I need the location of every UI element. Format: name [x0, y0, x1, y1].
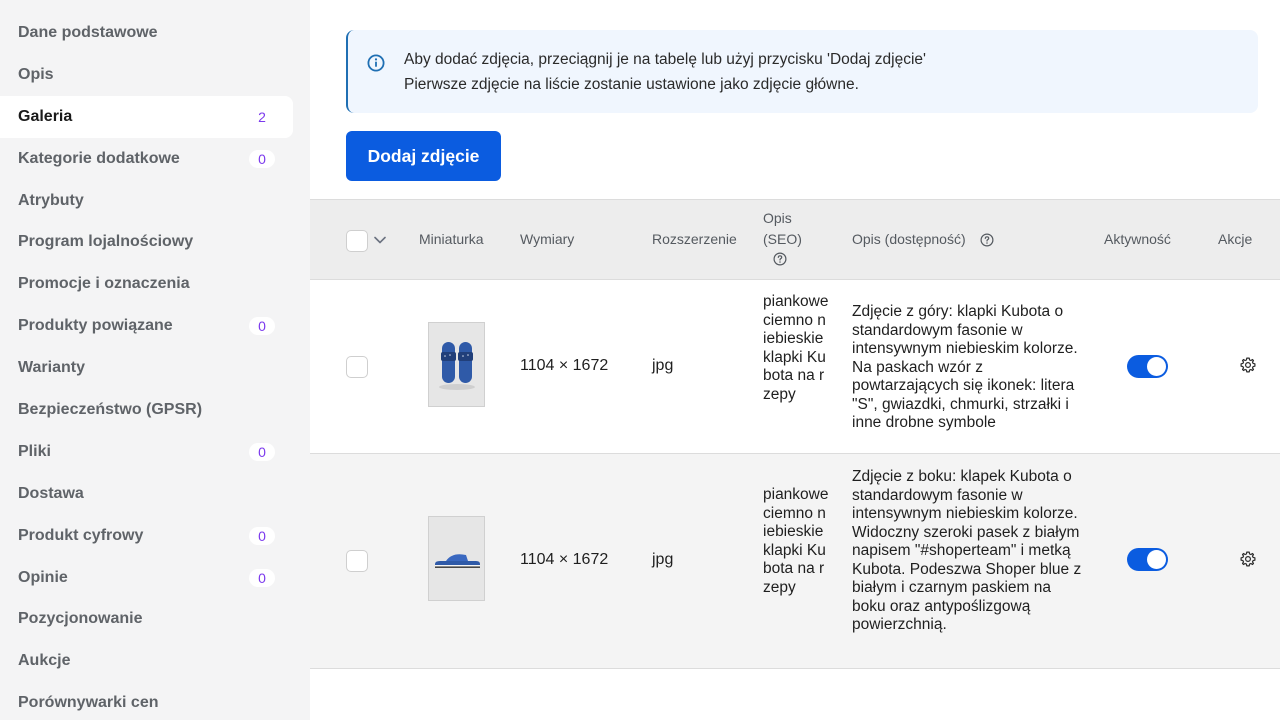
toggle-knob	[1147, 357, 1166, 376]
header-alt: Opis (dostępność)	[852, 231, 966, 247]
sidebar-item-opinie[interactable]: Opinie 0	[0, 557, 293, 599]
sidebar-item-kategorie-dodatkowe[interactable]: Kategorie dodatkowe 0	[0, 138, 293, 180]
thumbnail-image[interactable]	[428, 322, 485, 407]
row-checkbox[interactable]	[346, 356, 368, 378]
header-active: Aktywność	[1104, 231, 1171, 247]
help-icon[interactable]	[980, 233, 994, 247]
sidebar-item-dane-podstawowe[interactable]: Dane podstawowe	[0, 12, 293, 54]
header-dimensions: Wymiary	[520, 231, 575, 247]
sidebar-item-label: Kategorie dodatkowe	[18, 149, 180, 167]
sidebar: Dane podstawowe Opis Galeria 2 Kategorie …	[0, 0, 310, 720]
sidebar-item-label: Pozycjonowanie	[18, 610, 143, 628]
add-photo-button[interactable]: Dodaj zdjęcie	[346, 131, 501, 181]
chevron-down-icon[interactable]	[373, 233, 387, 247]
sidebar-item-label: Opis	[18, 65, 54, 83]
info-text-line1: Aby dodać zdjęcia, przeciągnij je na tab…	[404, 51, 927, 68]
cell-alt[interactable]: Zdjęcie z boku: klapek Kubota o standard…	[852, 468, 1084, 635]
header-thumbnail: Miniaturka	[419, 231, 484, 247]
count-badge: 2	[258, 108, 266, 125]
sidebar-item-label: Bezpieczeństwo (GPSR)	[18, 400, 203, 418]
info-text-line2: Pierwsze zdjęcie na liście zostanie usta…	[404, 76, 859, 93]
count-badge: 0	[249, 568, 275, 587]
sidebar-item-label: Dane podstawowe	[18, 23, 158, 41]
main-content: Aby dodać zdjęcia, przeciągnij je na tab…	[310, 0, 1280, 720]
sidebar-item-bezpieczenstwo[interactable]: Bezpieczeństwo (GPSR)	[0, 389, 293, 431]
count-badge: 0	[249, 317, 275, 336]
sidebar-item-dostawa[interactable]: Dostawa	[0, 473, 293, 515]
count-badge: 0	[249, 149, 275, 168]
sidebar-item-label: Warianty	[18, 359, 85, 377]
count-badge: 0	[249, 442, 275, 461]
slipper-side-image	[434, 553, 480, 568]
gear-icon[interactable]	[1239, 550, 1257, 568]
info-box: Aby dodać zdjęcia, przeciągnij je na tab…	[346, 30, 1258, 113]
cell-extension: jpg	[652, 357, 674, 374]
sidebar-item-promocje[interactable]: Promocje i oznaczenia	[0, 263, 293, 305]
cell-seo[interactable]: piankowe ciemno niebieskie klapki Kubota…	[763, 293, 829, 405]
sidebar-item-label: Atrybuty	[18, 191, 84, 209]
sidebar-item-aukcje[interactable]: Aukcje	[0, 640, 293, 682]
cell-dimensions: 1104 × 1672	[520, 357, 609, 374]
sidebar-item-galeria[interactable]: Galeria 2	[0, 95, 293, 138]
row-checkbox[interactable]	[346, 550, 368, 572]
help-icon[interactable]	[773, 252, 787, 266]
header-seo-line1: Opis	[763, 210, 792, 226]
sidebar-item-pozycjonowanie[interactable]: Pozycjonowanie	[0, 598, 293, 640]
thumbnail-image[interactable]	[428, 516, 485, 601]
select-all-checkbox[interactable]	[346, 230, 368, 252]
sidebar-item-label: Promocje i oznaczenia	[18, 275, 190, 293]
sidebar-item-label: Porównywarki cen	[18, 694, 159, 712]
sidebar-item-atrybuty[interactable]: Atrybuty	[0, 180, 293, 222]
table-row[interactable]: 1104 × 1672 jpg piankowe ciemno niebiesk…	[310, 280, 1280, 454]
count-badge: 0	[249, 526, 275, 545]
sidebar-item-produkty-powiazane[interactable]: Produkty powiązane 0	[0, 305, 293, 347]
header-actions: Akcje	[1218, 231, 1253, 247]
sidebar-item-label: Produkt cyfrowy	[18, 526, 144, 544]
info-icon	[367, 54, 385, 72]
cell-dimensions: 1104 × 1672	[520, 551, 609, 568]
toggle-knob	[1147, 550, 1166, 569]
cell-extension: jpg	[652, 551, 674, 568]
sidebar-item-program-lojalnosciowy[interactable]: Program lojalnościowy	[0, 221, 293, 263]
cell-alt[interactable]: Zdjęcie z góry: klapki Kubota o standard…	[852, 303, 1084, 433]
sidebar-item-opis[interactable]: Opis	[0, 54, 293, 96]
gallery-table: Miniaturka Wymiary Rozszerzenie Opis (SE…	[310, 199, 1280, 669]
sidebar-item-label: Opinie	[18, 568, 68, 586]
active-toggle[interactable]	[1127, 355, 1168, 378]
gear-icon[interactable]	[1239, 356, 1257, 374]
header-seo-line2: (SEO)	[763, 231, 802, 247]
active-toggle[interactable]	[1127, 548, 1168, 571]
sidebar-item-produkt-cyfrowy[interactable]: Produkt cyfrowy 0	[0, 515, 293, 557]
sidebar-item-label: Dostawa	[18, 484, 84, 502]
table-header: Miniaturka Wymiary Rozszerzenie Opis (SE…	[310, 199, 1280, 280]
header-extension: Rozszerzenie	[652, 231, 737, 247]
sidebar-item-label: Aukcje	[18, 652, 71, 670]
sidebar-item-pliki[interactable]: Pliki 0	[0, 431, 293, 473]
sidebar-item-warianty[interactable]: Warianty	[0, 347, 293, 389]
sidebar-item-label: Produkty powiązane	[18, 317, 173, 335]
sidebar-item-label: Galeria	[18, 107, 73, 125]
table-row[interactable]: 1104 × 1672 jpg piankowe ciemno niebiesk…	[310, 454, 1280, 669]
slipper-top-image	[438, 341, 475, 390]
sidebar-item-porownywarki-cen[interactable]: Porównywarki cen	[0, 682, 293, 720]
sidebar-item-label: Program lojalnościowy	[18, 233, 194, 251]
sidebar-item-label: Pliki	[18, 442, 51, 460]
cell-seo[interactable]: piankowe ciemno niebieskie klapki Kubota…	[763, 486, 829, 598]
